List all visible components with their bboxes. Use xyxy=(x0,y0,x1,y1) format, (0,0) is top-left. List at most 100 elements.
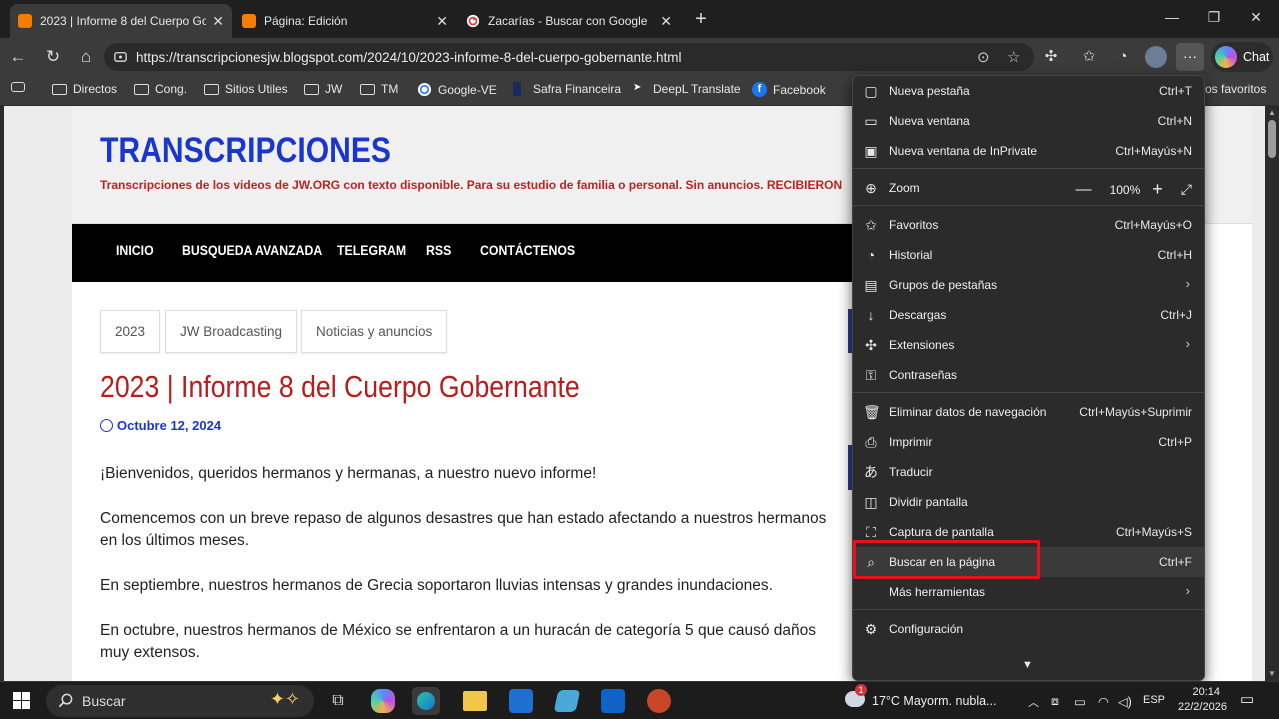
taskbar-search[interactable]: Buscar ✦✧ xyxy=(46,685,314,717)
windows-start-icon[interactable] xyxy=(13,692,30,709)
close-icon[interactable]: ✕ xyxy=(212,13,224,30)
close-window-icon[interactable]: ✕ xyxy=(1246,9,1266,26)
menu-item-favorites[interactable]: ✩ Favoritos Ctrl+Mayús+O xyxy=(853,210,1204,240)
tab-pagina-edicion[interactable]: Página: Edición ✕ xyxy=(234,4,456,38)
history-icon: ◔ xyxy=(866,247,876,263)
history-icon[interactable]: ◔ xyxy=(1112,46,1134,68)
menu-shortcut: Ctrl+Mayús+N xyxy=(1115,144,1192,158)
bookmark-facebook[interactable]: f Facebook xyxy=(752,82,826,97)
bookmark-directos[interactable]: Directos xyxy=(52,82,117,96)
tab-google-search[interactable]: Zacarías - Buscar con Google ✕ xyxy=(458,4,680,38)
back-icon[interactable]: ← xyxy=(7,46,29,68)
close-icon[interactable]: ✕ xyxy=(660,13,672,30)
task-view-icon[interactable]: ⧉ xyxy=(324,687,352,715)
chevron-right-icon: › xyxy=(1185,336,1190,351)
tab-title: Página: Edición xyxy=(264,14,348,28)
fullscreen-icon[interactable]: ⤢ xyxy=(1181,181,1192,198)
nav-inicio[interactable]: INICIO xyxy=(116,242,154,258)
copilot-app-icon[interactable] xyxy=(371,689,395,713)
taskbar-search-text: Buscar xyxy=(82,693,126,709)
nav-rss[interactable]: RSS xyxy=(426,242,451,258)
menu-item-delete-data[interactable]: 🗑︎ Eliminar datos de navegación Ctrl+Mayús… xyxy=(853,397,1204,427)
home-icon[interactable]: ⌂ xyxy=(75,46,97,68)
bookmark-jw[interactable]: JW xyxy=(304,82,342,96)
store-icon[interactable] xyxy=(509,689,533,713)
bookmark-sitios-utiles[interactable]: Sitios Utiles xyxy=(204,82,288,96)
chevron-up-icon[interactable]: ︿ xyxy=(1028,694,1039,710)
menu-item-downloads[interactable]: ↓ Descargas Ctrl+J xyxy=(853,300,1204,330)
menu-item-print[interactable]: ⎙ Imprimir Ctrl+P xyxy=(853,427,1204,457)
page-scrollbar[interactable]: ▲ ▼ xyxy=(1265,106,1279,681)
minimize-icon[interactable]: — xyxy=(1162,9,1182,25)
scroll-thumb[interactable] xyxy=(1268,120,1276,158)
menu-item-translate[interactable]: あ Traducir xyxy=(853,457,1204,487)
profile-avatar[interactable] xyxy=(1145,46,1167,68)
menu-item-zoom: ⊕ Zoom — 100% + ⤢ xyxy=(853,173,1204,203)
site-info-icon[interactable] xyxy=(113,49,128,64)
language-indicator[interactable]: ESP xyxy=(1143,694,1165,706)
bookmark-deepl[interactable]: ➤ DeepL Translate xyxy=(633,82,741,96)
favorites-icon[interactable]: ✩ xyxy=(1078,46,1100,68)
label-chip[interactable]: Noticias y anuncios xyxy=(301,310,448,353)
tray-app-icon[interactable]: ⧈ xyxy=(1051,694,1059,709)
close-icon[interactable]: ✕ xyxy=(436,13,448,30)
menu-item-new-tab[interactable]: ▢ Nueva pestaña Ctrl+T xyxy=(853,76,1204,106)
menu-item-history[interactable]: ◔ Historial Ctrl+H xyxy=(853,240,1204,270)
menu-label: Configuración xyxy=(889,622,964,636)
settings-more-button[interactable]: ··· xyxy=(1176,43,1204,71)
file-explorer-icon[interactable] xyxy=(463,691,487,711)
address-bar[interactable]: https://transcripcionesjw.blogspot.com/2… xyxy=(104,43,1034,71)
other-favorites[interactable]: os favoritos xyxy=(1205,82,1266,96)
label-chip[interactable]: 2023 xyxy=(100,310,161,353)
menu-shortcut: Ctrl+Mayús+S xyxy=(1115,525,1192,539)
nav-telegram[interactable]: TELEGRAM xyxy=(337,242,406,258)
collections-icon[interactable] xyxy=(11,82,31,92)
wifi-icon[interactable]: ◠ xyxy=(1098,694,1109,709)
volume-icon[interactable]: ◁) xyxy=(1118,694,1132,709)
notifications-icon[interactable]: ▭ xyxy=(1240,690,1254,708)
menu-scroll-down-icon[interactable]: ▼ xyxy=(1022,659,1033,671)
menu-item-inprivate[interactable]: ▣ Nueva ventana de InPrivate Ctrl+Mayús+N xyxy=(853,136,1204,166)
restore-icon[interactable]: ❐ xyxy=(1204,9,1224,26)
menu-item-passwords[interactable]: ⚿ Contraseñas xyxy=(853,360,1204,390)
nav-contactenos[interactable]: CONTÁCTENOS xyxy=(480,242,575,258)
label-chip[interactable]: JW Broadcasting xyxy=(165,310,298,353)
folder-icon xyxy=(204,83,219,95)
menu-item-extensions[interactable]: ✣ Extensiones › xyxy=(853,330,1204,360)
bookmark-google-ve[interactable]: Google-VE xyxy=(417,82,497,97)
site-title[interactable]: TRANSCRIPCIONES xyxy=(100,131,391,171)
menu-item-new-window[interactable]: ▭ Nueva ventana Ctrl+N xyxy=(853,106,1204,136)
bookmark-cong[interactable]: Cong. xyxy=(134,82,187,96)
new-tab-button[interactable]: + xyxy=(690,8,712,31)
weather-text[interactable]: 17°C Mayorm. nubla... xyxy=(872,694,997,708)
print-icon: ⎙ xyxy=(865,434,877,450)
reading-icon[interactable]: ⊙ xyxy=(977,48,990,66)
taskbar: Buscar ✦✧ ⧉ 1 17°C Mayorm. nubla... ︿ ⧈ … xyxy=(0,681,1279,719)
app-icon[interactable] xyxy=(553,690,581,712)
powerpoint-icon[interactable] xyxy=(647,689,671,713)
menu-label: Contraseñas xyxy=(889,368,958,382)
bookmark-tm[interactable]: TM xyxy=(360,82,398,96)
favorite-star-icon[interactable]: ☆ xyxy=(1007,48,1020,66)
zoom-in-button[interactable]: + xyxy=(1152,179,1163,200)
copilot-button[interactable]: Chat xyxy=(1211,42,1273,72)
tab-informe[interactable]: 2023 | Informe 8 del Cuerpo Gober ✕ xyxy=(10,4,232,38)
battery-icon[interactable]: ▭ xyxy=(1074,694,1086,709)
tab-strip: 2023 | Informe 8 del Cuerpo Gober ✕ Pági… xyxy=(0,0,1279,38)
post-paragraph: En septiembre, nuestros hermanos de Grec… xyxy=(100,577,773,594)
menu-item-split-screen[interactable]: ◫ Dividir pantalla xyxy=(853,487,1204,517)
menu-item-more-tools[interactable]: Más herramientas › xyxy=(853,577,1204,607)
delete-data-icon: 🗑︎ xyxy=(863,404,881,420)
extensions-puzzle-icon[interactable]: ✣ xyxy=(1040,46,1062,68)
outlook-icon[interactable] xyxy=(601,689,625,713)
refresh-icon[interactable]: ↻ xyxy=(42,46,64,68)
nav-busqueda-avanzada[interactable]: BUSQUEDA AVANZADA xyxy=(182,242,322,258)
menu-item-settings[interactable]: ⚙ Configuración xyxy=(853,614,1204,644)
edge-app-icon[interactable] xyxy=(412,687,440,715)
zoom-out-button[interactable]: — xyxy=(1076,181,1092,199)
bookmark-safra[interactable]: Safra Financeira xyxy=(513,82,621,96)
bookmark-label: Facebook xyxy=(773,82,826,97)
clock[interactable]: 20:14 22/2/2026 xyxy=(1178,685,1227,715)
menu-item-tab-groups[interactable]: ▤ Grupos de pestañas › xyxy=(853,270,1204,300)
post-title: 2023 | Informe 8 del Cuerpo Gobernante xyxy=(100,369,580,404)
